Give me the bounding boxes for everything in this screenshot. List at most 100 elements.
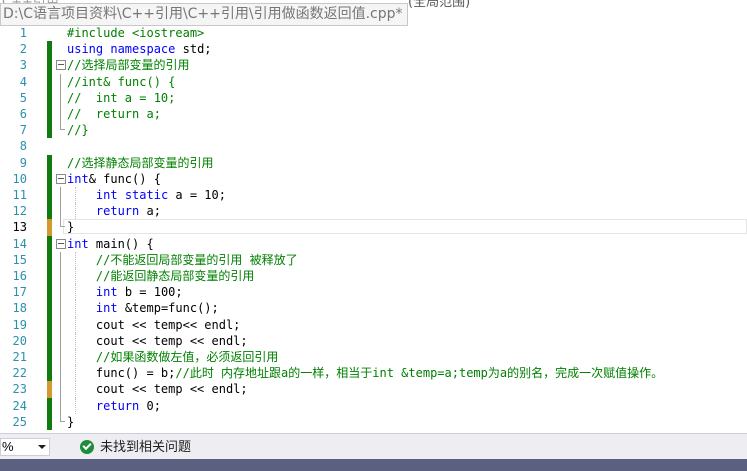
line-number: 14 — [12, 236, 27, 251]
code-line[interactable]: 12 return a; — [0, 203, 747, 220]
code-text[interactable]: int b = 100; — [67, 284, 183, 300]
code-text[interactable]: int& func() { — [67, 171, 161, 187]
code-text[interactable]: } — [67, 414, 74, 430]
change-marker — [47, 349, 52, 366]
code-line[interactable]: 20 cout << temp << endl; — [0, 332, 747, 349]
line-number: 8 — [19, 139, 27, 154]
code-line[interactable]: 4 //int& func() { — [0, 73, 747, 90]
code-line[interactable]: 1 #include <iostream> — [0, 25, 747, 41]
change-marker — [47, 251, 52, 268]
line-number: 16 — [12, 269, 27, 283]
code-text[interactable]: //选择局部变量的引用 — [67, 57, 189, 73]
scope-dropdown[interactable]: (全局范围) — [408, 0, 470, 10]
fold-guide — [60, 89, 61, 106]
change-marker — [47, 316, 52, 333]
change-marker — [47, 268, 52, 285]
code-text[interactable]: cout << temp<< endl; — [67, 317, 241, 333]
fold-guide — [60, 268, 61, 285]
code-line[interactable]: 7 //} — [0, 122, 747, 139]
line-number: 2 — [19, 42, 27, 57]
code-text[interactable]: int &temp=func(); — [67, 300, 219, 316]
code-text[interactable]: } — [67, 219, 74, 235]
code-line[interactable]: 8 — [0, 138, 747, 154]
code-text[interactable]: int static a = 10; — [67, 187, 226, 203]
change-marker — [47, 284, 52, 301]
code-line[interactable]: 13} — [0, 219, 747, 236]
fold-guide — [60, 284, 61, 301]
change-marker — [47, 413, 52, 430]
bottom-panel-strip — [0, 459, 747, 471]
code-text[interactable]: int main() { — [67, 236, 154, 252]
code-line[interactable]: 5 // int a = 10; — [0, 89, 747, 106]
line-number: 11 — [12, 188, 27, 202]
fold-guide — [60, 219, 65, 228]
code-line[interactable]: 22 func() = b;//此时 内存地址跟a的一样，相当于int &tem… — [0, 365, 747, 382]
change-marker — [47, 154, 52, 171]
code-text[interactable]: cout << temp << endl; — [67, 381, 248, 397]
zoom-dropdown[interactable]: % — [0, 438, 50, 456]
change-marker — [47, 381, 52, 398]
code-line[interactable]: 9 //选择静态局部变量的引用 — [0, 154, 747, 171]
line-number: 18 — [12, 301, 27, 316]
code-text[interactable]: //能返回静态局部变量的引用 — [67, 268, 254, 284]
fold-guide — [60, 413, 65, 422]
code-text[interactable]: using namespace std; — [67, 41, 212, 57]
code-line[interactable]: 2 using namespace std; — [0, 41, 747, 58]
code-line[interactable]: 15 //不能返回局部变量的引用 被释放了 — [0, 251, 747, 268]
code-line[interactable]: 24 return 0; — [0, 397, 747, 414]
collapse-icon[interactable] — [56, 238, 66, 249]
code-line[interactable]: 17 int b = 100; — [0, 284, 747, 301]
code-line[interactable]: 25} — [0, 413, 747, 430]
code-line[interactable]: 3 //选择局部变量的引用 — [0, 57, 747, 74]
code-text[interactable]: // return a; — [67, 106, 161, 122]
code-text[interactable]: //如果函数做左值，必须返回引用 — [67, 349, 278, 365]
line-number: 25 — [12, 414, 27, 429]
line-number: 17 — [12, 285, 27, 300]
code-line[interactable]: 21 //如果函数做左值，必须返回引用 — [0, 349, 747, 366]
line-number: 5 — [19, 90, 27, 105]
line-number: 12 — [12, 204, 27, 219]
code-text[interactable]: return a; — [67, 203, 161, 219]
line-number: 6 — [19, 107, 27, 121]
issues-indicator[interactable]: 未找到相关问题 — [80, 438, 191, 456]
fold-guide — [60, 316, 61, 333]
code-line[interactable]: 14 int main() { — [0, 235, 747, 252]
change-marker — [47, 219, 52, 236]
change-marker — [47, 106, 52, 123]
fold-guide — [60, 122, 65, 131]
collapse-icon[interactable] — [56, 60, 66, 71]
collapse-icon[interactable] — [56, 173, 66, 184]
code-text[interactable]: //不能返回局部变量的引用 被释放了 — [67, 252, 298, 268]
code-text[interactable]: // int a = 10; — [67, 90, 175, 106]
code-text[interactable]: func() = b;//此时 内存地址跟a的一样，相当于int &temp=a… — [67, 365, 663, 381]
line-number: 9 — [19, 155, 27, 170]
change-marker — [47, 41, 52, 58]
current-line-highlight — [63, 219, 747, 235]
code-line[interactable]: 11 int static a = 10; — [0, 187, 747, 204]
code-text[interactable]: //} — [67, 122, 89, 138]
line-number: 24 — [12, 398, 27, 413]
code-text[interactable]: //选择静态局部变量的引用 — [67, 155, 213, 171]
code-line[interactable]: 23 cout << temp << endl; — [0, 381, 747, 398]
change-marker — [47, 57, 52, 74]
code-line[interactable]: 19 cout << temp<< endl; — [0, 316, 747, 333]
line-number: 7 — [19, 123, 27, 138]
line-number: 3 — [19, 58, 27, 73]
issues-text: 未找到相关问题 — [100, 439, 192, 454]
code-line[interactable]: 16 //能返回静态局部变量的引用 — [0, 268, 747, 285]
code-line[interactable]: 10 int& func() { — [0, 170, 747, 187]
fold-guide — [60, 397, 61, 414]
code-text[interactable]: return 0; — [67, 398, 161, 414]
code-text[interactable]: //int& func() { — [67, 74, 175, 90]
line-number: 23 — [12, 382, 27, 397]
change-marker — [47, 187, 52, 204]
code-text[interactable]: cout << temp << endl; — [67, 333, 248, 349]
zoom-level: % — [2, 439, 14, 454]
code-text[interactable]: #include <iostream> — [67, 25, 204, 41]
code-editor[interactable]: 1 #include <iostream> 2 using namespace std… — [0, 26, 747, 433]
code-line[interactable]: 6 // return a; — [0, 106, 747, 123]
change-marker — [47, 170, 52, 187]
chevron-down-icon[interactable] — [38, 445, 46, 449]
line-number: 20 — [12, 333, 27, 348]
code-line[interactable]: 18 int &temp=func(); — [0, 300, 747, 317]
